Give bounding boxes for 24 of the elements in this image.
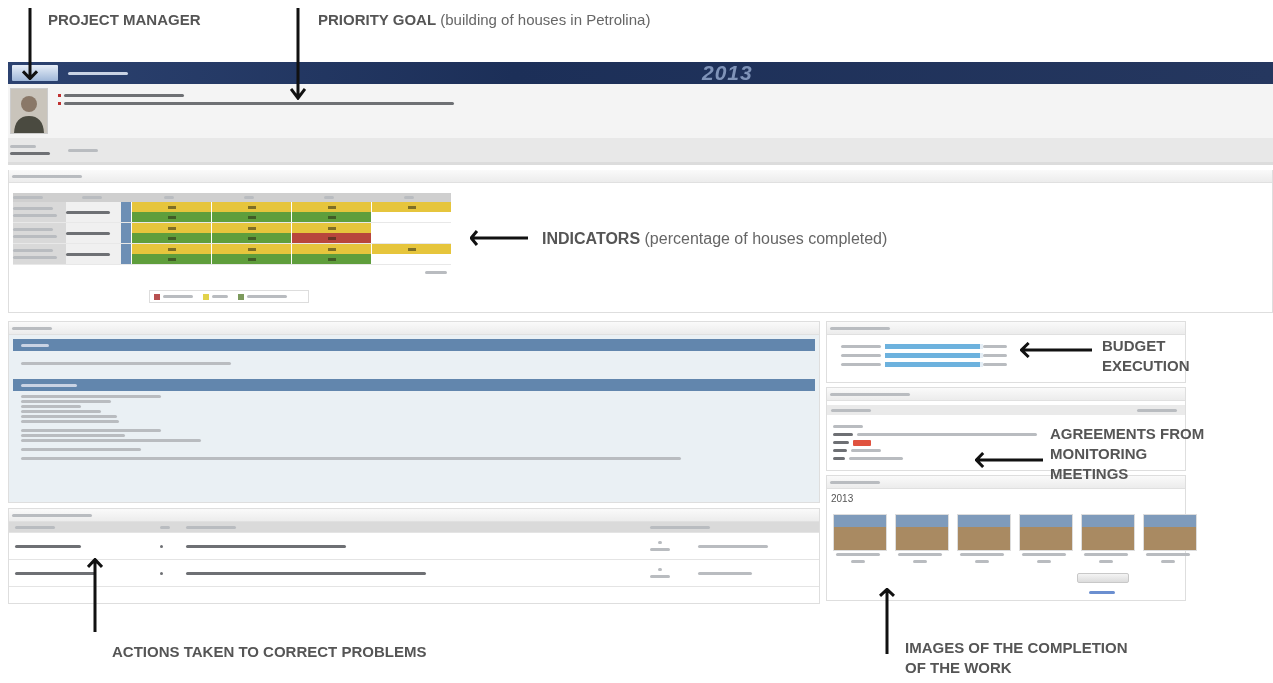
photo-placeholder	[895, 514, 949, 551]
gallery-year: 2013	[830, 492, 855, 504]
photo-placeholder	[1081, 514, 1135, 551]
arrow	[975, 452, 1043, 468]
annotation-label: PRIORITY GOAL (building of houses in Petrolina)	[318, 10, 651, 30]
status-badge	[853, 439, 871, 446]
bullet-icon	[58, 102, 61, 105]
arrow	[1020, 342, 1092, 358]
person-silhouette	[10, 88, 48, 134]
photo-placeholder	[1019, 514, 1073, 551]
annotation-label: INDICATORS (percentage of houses completed)	[542, 229, 888, 249]
annotation-label: BUDGET EXECUTION	[1102, 336, 1191, 376]
annotation-label: ACTIONS TAKEN TO CORRECT PROBLEMS	[112, 642, 427, 662]
bullet-icon	[58, 94, 61, 97]
arrow	[879, 588, 895, 654]
header-year: 2013	[702, 61, 753, 85]
annotation-label: AGREEMENTS FROM MONITORING MEETINGS	[1050, 424, 1206, 484]
photo-placeholder	[957, 514, 1011, 551]
photo-placeholder	[833, 514, 887, 551]
annotation-label: PROJECT MANAGER	[48, 10, 201, 30]
arrow	[470, 230, 528, 246]
arrow	[22, 8, 38, 80]
gallery-button[interactable]	[1077, 573, 1129, 583]
annotation-label: IMAGES OF THE COMPLETION OF THE WORK	[905, 638, 1129, 678]
